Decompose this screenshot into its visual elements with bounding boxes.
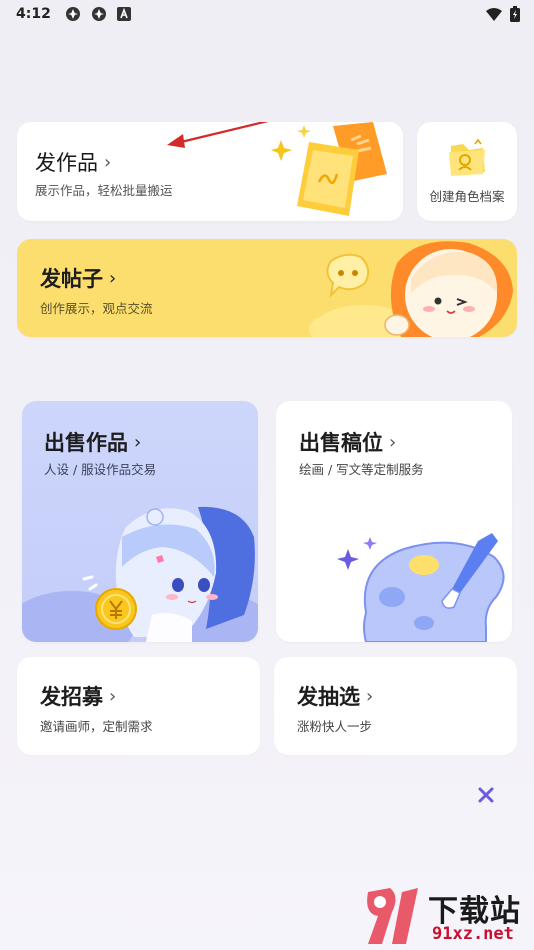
sell-slot-title-row: 出售稿位 › <box>299 427 396 457</box>
sell-work-title: 出售作品 <box>44 431 128 455</box>
lottery-subtitle: 涨粉快人一步 <box>297 719 373 734</box>
close-icon <box>478 787 494 803</box>
post-thread-subtitle: 创作展示，观点交流 <box>40 301 153 316</box>
coin-character-illustration <box>22 506 258 642</box>
annotation-arrow <box>167 122 269 148</box>
create-role-label: 创建角色档案 <box>429 189 505 204</box>
role-folder-icon <box>449 138 485 176</box>
lottery-card[interactable]: 发抽选 › 涨粉快人一步 <box>274 657 517 755</box>
sell-slot-card[interactable]: 出售稿位 › 绘画 / 写文等定制服务 <box>276 401 512 642</box>
sell-work-subtitle: 人设 / 服设作品交易 <box>44 462 157 477</box>
recruit-card[interactable]: 发招募 › 邀请画师，定制需求 <box>17 657 260 755</box>
lottery-title-row: 发抽选 › <box>297 681 373 711</box>
post-work-title: 发作品 <box>35 151 98 175</box>
sell-slot-subtitle: 绘画 / 写文等定制服务 <box>299 462 424 477</box>
status-time: 4:12 <box>16 6 51 22</box>
app-icon-2 <box>91 6 107 22</box>
battery-icon <box>510 6 520 26</box>
chevron-right-icon: › <box>109 685 117 707</box>
lottery-title: 发抽选 <box>297 685 360 709</box>
recruit-title-row: 发招募 › <box>40 681 116 711</box>
chevron-right-icon: › <box>134 431 142 453</box>
post-work-card[interactable]: 发作品 › 展示作品，轻松批量搬运 <box>17 122 403 221</box>
recruit-title: 发招募 <box>40 685 103 709</box>
watermark: 下载站 91xz.net <box>362 884 532 948</box>
chevron-right-icon: › <box>366 685 374 707</box>
post-thread-title: 发帖子 <box>40 267 103 291</box>
sell-slot-title: 出售稿位 <box>299 431 383 455</box>
chevron-right-icon: › <box>389 431 397 453</box>
wifi-icon <box>486 7 502 25</box>
post-thread-card[interactable]: 发帖子 › 创作展示，观点交流 <box>17 239 517 337</box>
app-a-icon <box>116 7 131 21</box>
post-work-title-row: 发作品 › <box>35 147 111 177</box>
chevron-right-icon: › <box>109 267 117 289</box>
recruit-subtitle: 邀请画师，定制需求 <box>40 719 153 734</box>
app-icon-1 <box>65 6 81 22</box>
status-bar: 4:12 <box>0 0 534 28</box>
chevron-right-icon: › <box>104 151 112 173</box>
watermark-domain: 91xz.net <box>432 924 514 944</box>
post-work-subtitle: 展示作品，轻松批量搬运 <box>35 183 173 198</box>
post-thread-title-row: 发帖子 › <box>40 263 116 293</box>
watermark-logo <box>367 888 418 944</box>
palette-illustration <box>337 533 505 642</box>
sell-work-card[interactable]: 出售作品 › 人设 / 服设作品交易 <box>22 401 258 642</box>
sell-work-title-row: 出售作品 › <box>44 427 141 457</box>
chat-character-illustration <box>309 241 513 337</box>
create-role-card[interactable]: 创建角色档案 <box>417 122 517 221</box>
close-button[interactable] <box>472 781 500 809</box>
